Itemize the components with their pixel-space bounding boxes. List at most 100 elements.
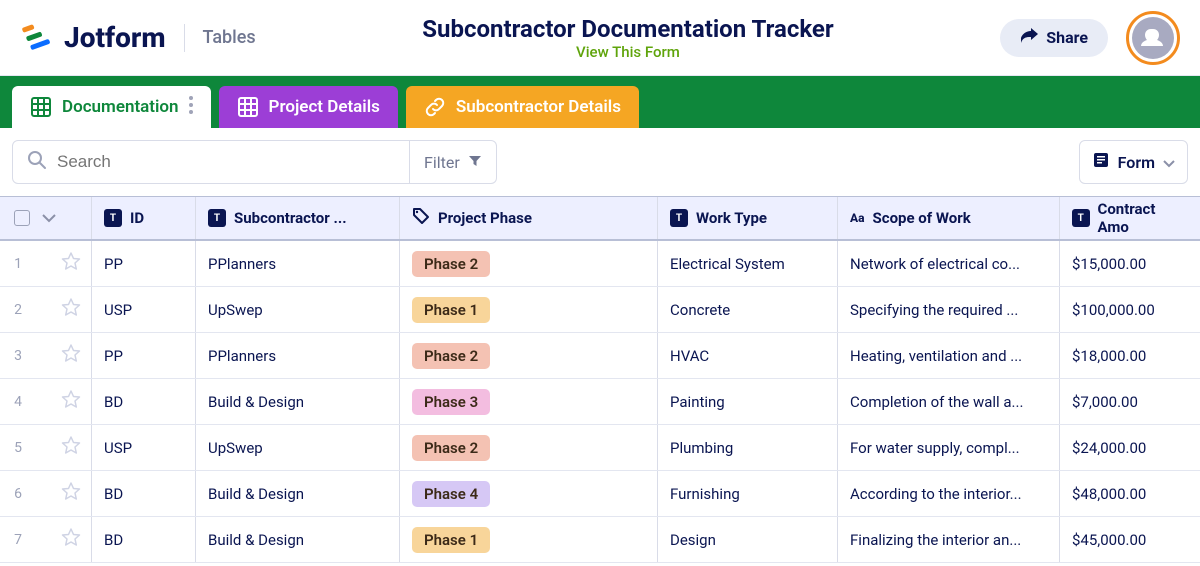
star-icon[interactable] xyxy=(61,344,81,368)
cell-id[interactable]: BD xyxy=(92,517,196,562)
star-icon[interactable] xyxy=(61,298,81,322)
cell-phase[interactable]: Phase 2 xyxy=(400,333,658,378)
header-scope[interactable]: Aa Scope of Work xyxy=(838,197,1060,239)
select-all-checkbox[interactable] xyxy=(14,210,30,226)
cell-work-type[interactable]: HVAC xyxy=(658,333,838,378)
cell-id[interactable]: USP xyxy=(92,287,196,332)
tag-icon xyxy=(412,207,430,229)
chevron-down-icon[interactable] xyxy=(42,209,56,227)
row-select-cell: 5 xyxy=(0,425,92,470)
cell-phase[interactable]: Phase 4 xyxy=(400,471,658,516)
cell-scope[interactable]: Heating, ventilation and ... xyxy=(838,333,1060,378)
table-row[interactable]: 7 BDBuild & DesignPhase 1DesignFinalizing… xyxy=(0,517,1200,563)
cell-subcontractor[interactable]: Build & Design xyxy=(196,471,400,516)
cell-scope[interactable]: According to the interior... xyxy=(838,471,1060,516)
table-icon xyxy=(237,96,259,118)
cell-work-type[interactable]: Painting xyxy=(658,379,838,424)
cell-contract-amount[interactable]: $7,000.00 xyxy=(1060,379,1200,424)
row-number: 1 xyxy=(10,256,26,272)
table-icon xyxy=(30,96,52,118)
cell-phase[interactable]: Phase 3 xyxy=(400,379,658,424)
row-select-cell: 4 xyxy=(0,379,92,424)
star-icon[interactable] xyxy=(61,390,81,414)
cell-contract-amount[interactable]: $45,000.00 xyxy=(1060,517,1200,562)
search-box[interactable] xyxy=(12,140,410,184)
star-icon[interactable] xyxy=(61,482,81,506)
table-row[interactable]: 6 BDBuild & Design Phase 4 FurnishingAccord… xyxy=(0,471,1200,517)
phase-tag: Phase 4 xyxy=(412,481,490,507)
table-row[interactable]: 5USPUpSwep Phase 2 PlumbingFor water suppl… xyxy=(0,425,1200,471)
star-icon[interactable] xyxy=(61,528,81,552)
header-id[interactable]: T ID xyxy=(92,197,196,239)
header-contract-amount[interactable]: T Contract Amo xyxy=(1060,197,1200,239)
header-subcontractor[interactable]: T Subcontractor ... xyxy=(196,197,400,239)
cell-scope[interactable]: Finalizing the interior an... xyxy=(838,517,1060,562)
data-table: T ID T Subcontractor ... Project Phase T… xyxy=(0,196,1200,563)
row-number: 7 xyxy=(10,532,26,548)
cell-id[interactable]: USP xyxy=(92,425,196,470)
form-view-dropdown[interactable]: Form xyxy=(1079,140,1188,184)
cell-subcontractor[interactable]: Build & Design xyxy=(196,517,400,562)
cell-contract-amount[interactable]: $18,000.00 xyxy=(1060,333,1200,378)
tab-label: Project Details xyxy=(269,97,380,117)
star-icon[interactable] xyxy=(61,252,81,276)
tab-documentation[interactable]: Documentation xyxy=(12,86,211,128)
tab-subcontractor-details[interactable]: Subcontractor Details xyxy=(406,86,639,128)
cell-phase[interactable]: Phase 1 xyxy=(400,287,658,332)
cell-work-type[interactable]: Electrical System xyxy=(658,241,838,286)
cell-subcontractor[interactable]: UpSwep xyxy=(196,287,400,332)
header-project-phase[interactable]: Project Phase xyxy=(400,197,658,239)
header-work-type[interactable]: T Work Type xyxy=(658,197,838,239)
title-block: Subcontractor Documentation Tracker View… xyxy=(256,15,1001,61)
row-number: 2 xyxy=(10,302,26,318)
cell-phase[interactable]: Phase 2 xyxy=(400,241,658,286)
cell-id[interactable]: PP xyxy=(92,333,196,378)
text-type-icon: T xyxy=(208,209,226,227)
product-label[interactable]: Tables xyxy=(203,27,256,48)
cell-work-type[interactable]: Concrete xyxy=(658,287,838,332)
text-type-icon: T xyxy=(1072,209,1090,227)
table-row[interactable]: 2 USPUpSwepPhase 1ConcreteSpecifying the … xyxy=(0,287,1200,333)
brand-logo[interactable]: Jotform xyxy=(20,20,166,56)
star-icon[interactable] xyxy=(61,436,81,460)
cell-contract-amount[interactable]: $24,000.00 xyxy=(1060,425,1200,470)
cell-work-type[interactable]: Design xyxy=(658,517,838,562)
table-row[interactable]: 1 PPPPlannersPhase 2Electrical SystemNetw… xyxy=(0,241,1200,287)
tab-options-icon[interactable] xyxy=(189,96,193,119)
table-row[interactable]: 4BDBuild & Design Phase 3 PaintingCompleti… xyxy=(0,379,1200,425)
text-type-icon: Aa xyxy=(850,211,865,225)
header-label: ID xyxy=(130,209,144,227)
form-label: Form xyxy=(1118,153,1155,172)
text-type-icon: T xyxy=(104,209,122,227)
cell-scope[interactable]: Specifying the required ... xyxy=(838,287,1060,332)
toolbar: Filter Form xyxy=(0,128,1200,196)
cell-scope[interactable]: Network of electrical co... xyxy=(838,241,1060,286)
cell-contract-amount[interactable]: $15,000.00 xyxy=(1060,241,1200,286)
search-input[interactable] xyxy=(57,152,395,172)
cell-subcontractor[interactable]: PPlanners xyxy=(196,241,400,286)
phase-tag: Phase 2 xyxy=(412,435,490,461)
avatar-icon xyxy=(1132,17,1174,59)
user-avatar[interactable] xyxy=(1126,11,1180,65)
cell-phase[interactable]: Phase 2 xyxy=(400,425,658,470)
cell-subcontractor[interactable]: Build & Design xyxy=(196,379,400,424)
cell-scope[interactable]: Completion of the wall a... xyxy=(838,379,1060,424)
table-row[interactable]: 3PPPPlannersPhase 2HVACHeating, ventilat… xyxy=(0,333,1200,379)
cell-id[interactable]: BD xyxy=(92,379,196,424)
share-button[interactable]: Share xyxy=(1000,19,1108,57)
cell-contract-amount[interactable]: $100,000.00 xyxy=(1060,287,1200,332)
phase-tag: Phase 3 xyxy=(412,389,490,415)
cell-work-type[interactable]: Plumbing xyxy=(658,425,838,470)
cell-contract-amount[interactable]: $48,000.00 xyxy=(1060,471,1200,516)
tab-project-details[interactable]: Project Details xyxy=(219,86,398,128)
cell-id[interactable]: BD xyxy=(92,471,196,516)
cell-subcontractor[interactable]: PPlanners xyxy=(196,333,400,378)
cell-scope[interactable]: For water supply, compl... xyxy=(838,425,1060,470)
cell-phase[interactable]: Phase 1 xyxy=(400,517,658,562)
cell-subcontractor[interactable]: UpSwep xyxy=(196,425,400,470)
row-number: 6 xyxy=(10,486,26,502)
filter-button[interactable]: Filter xyxy=(410,140,497,184)
view-form-link[interactable]: View This Form xyxy=(256,43,1001,61)
cell-id[interactable]: PP xyxy=(92,241,196,286)
cell-work-type[interactable]: Furnishing xyxy=(658,471,838,516)
